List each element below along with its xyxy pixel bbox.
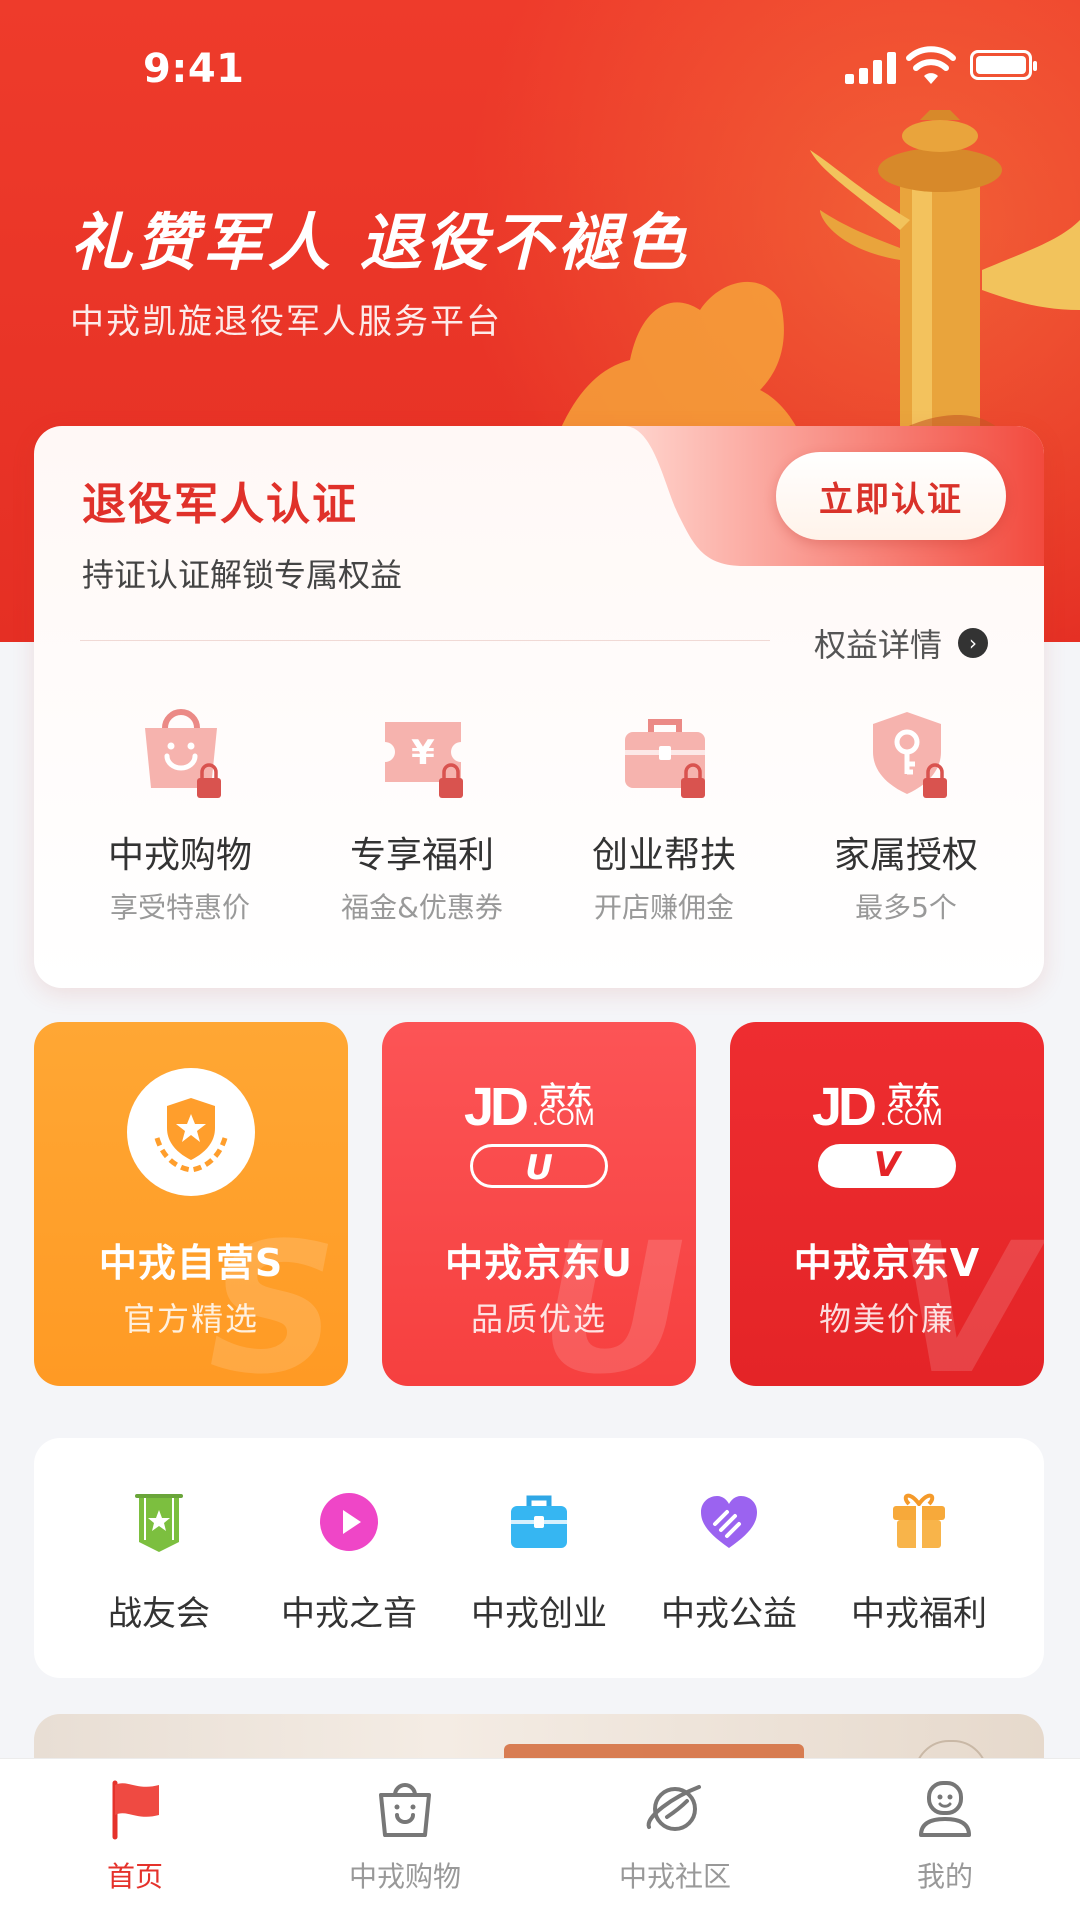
perk-list: 中戎购物 享受特惠价 ¥ 专享福利 福金&优惠券 创业帮扶 开店赚佣金 家属授权… [34,702,1044,962]
banner-flag-icon [135,1494,183,1552]
quick-link-welfare[interactable]: 中戎福利 [824,1438,1014,1678]
certification-title: 退役军人认证 [82,479,358,530]
tab-home[interactable]: 首页 [0,1759,270,1921]
jd-logo: JD 京东 .COM [382,1072,696,1137]
perk-welfare[interactable]: ¥ 专享福利 福金&优惠券 [301,702,543,962]
certify-now-button[interactable]: 立即认证 [776,452,1006,540]
quick-link-label: 中戎创业 [471,1594,607,1634]
wifi-icon [906,46,956,84]
store-card-tagline: 物美价廉 [818,1300,955,1338]
benefit-details-link[interactable]: 权益详情 › [814,620,989,666]
quick-link-label: 战友会 [108,1594,210,1634]
store-card-name: 中戎京东U [445,1241,633,1285]
chevron-right-icon: › [958,628,989,658]
tab-label: 中戎社区 [618,1860,731,1893]
perk-family-authorization[interactable]: 家属授权 最多5个 [785,702,1027,962]
quick-link-label: 中戎福利 [851,1594,987,1634]
quick-links: 战友会 中戎之音 中戎创业 中戎公益 中戎福利 [34,1438,1044,1678]
planet-icon [646,1785,701,1831]
veteran-certification-card: 退役军人认证 持证认证解锁专属权益 立即认证 权益详情 › 中戎购物 享受特惠价… [34,426,1044,988]
quick-link-comrades[interactable]: 战友会 [64,1438,254,1678]
perk-sub: 享受特惠价 [109,891,250,924]
perk-label: 专享福利 [349,835,494,876]
store-card-tagline: 官方精选 [122,1300,259,1338]
tab-community[interactable]: 中戎社区 [540,1759,810,1921]
tab-shopping[interactable]: 中戎购物 [270,1759,540,1921]
tab-label: 中戎购物 [348,1860,461,1893]
shield-key-lock-icon [873,712,947,798]
store-card-self-operated[interactable]: S 中戎自营S 官方精选 [34,1022,348,1386]
perk-sub: 开店赚佣金 [593,891,734,924]
store-cards: S 中戎自营S 官方精选 U JD 京东 .COM U 中戎京东U 品质优选 V… [34,1022,1044,1386]
tab-profile[interactable]: 我的 [810,1759,1080,1921]
perk-label: 家属授权 [833,835,978,876]
perk-label: 创业帮扶 [591,835,736,876]
store-card-tagline: 品质优选 [470,1300,607,1338]
store-card-name: 中戎自营S [98,1241,284,1285]
medal-badge-icon [127,1068,255,1196]
jd-logo-mark: JD [812,1077,877,1137]
svg-text:¥: ¥ [411,733,435,773]
quick-link-label: 中戎公益 [661,1594,797,1634]
quick-link-entrepreneurship[interactable]: 中戎创业 [444,1438,634,1678]
divider [80,640,770,641]
benefit-details-label: 权益详情 [814,626,943,664]
shopping-bag-icon [379,1783,431,1837]
quick-link-label: 中戎之音 [281,1594,417,1634]
cellular-signal-icon [845,50,901,84]
perk-sub: 最多5个 [855,891,957,924]
jd-logo-domain: .COM [880,1104,943,1131]
hero-subtitle: 中戎凯旋退役军人服务平台 [70,302,502,342]
perk-label: 中戎购物 [107,835,252,876]
coupon-lock-icon: ¥ [385,722,463,798]
v-badge: V [818,1144,956,1188]
status-bar: 9:41 [0,0,1080,140]
flag-icon [112,1780,159,1840]
quick-link-voice[interactable]: 中戎之音 [254,1438,444,1678]
perk-shopping[interactable]: 中戎购物 享受特惠价 [59,702,301,962]
certification-description: 持证认证解锁专属权益 [82,556,403,594]
battery-icon [970,50,1037,80]
gift-icon [893,1493,945,1548]
store-card-jd-v[interactable]: V JD 京东 .COM V 中戎京东V 物美价廉 [730,1022,1044,1386]
store-card-name: 中戎京东V [793,1241,981,1285]
shopping-bag-lock-icon [145,709,221,798]
perk-entrepreneurship[interactable]: 创业帮扶 开店赚佣金 [543,702,785,962]
perk-sub: 福金&优惠券 [341,891,503,924]
quick-link-charity[interactable]: 中戎公益 [634,1438,824,1678]
hero-title: 礼赞军人 退役不褪色 [70,206,690,279]
u-badge: U [470,1144,608,1188]
store-card-jd-u[interactable]: U JD 京东 .COM U 中戎京东U 品质优选 [382,1022,696,1386]
briefcase-lock-icon [625,719,705,798]
heart-hand-icon [701,1496,757,1548]
profile-icon [919,1781,971,1837]
bottom-tab-bar: 首页 中戎购物 中戎社区 我的 [0,1758,1080,1921]
jd-logo: JD 京东 .COM [730,1072,1044,1137]
briefcase-icon [511,1495,567,1548]
tab-label: 我的 [916,1860,973,1893]
status-time: 9:41 [143,46,245,92]
jd-logo-mark: JD [464,1077,529,1137]
tab-label: 首页 [106,1860,163,1893]
play-icon [320,1493,378,1551]
jd-logo-domain: .COM [532,1104,595,1131]
